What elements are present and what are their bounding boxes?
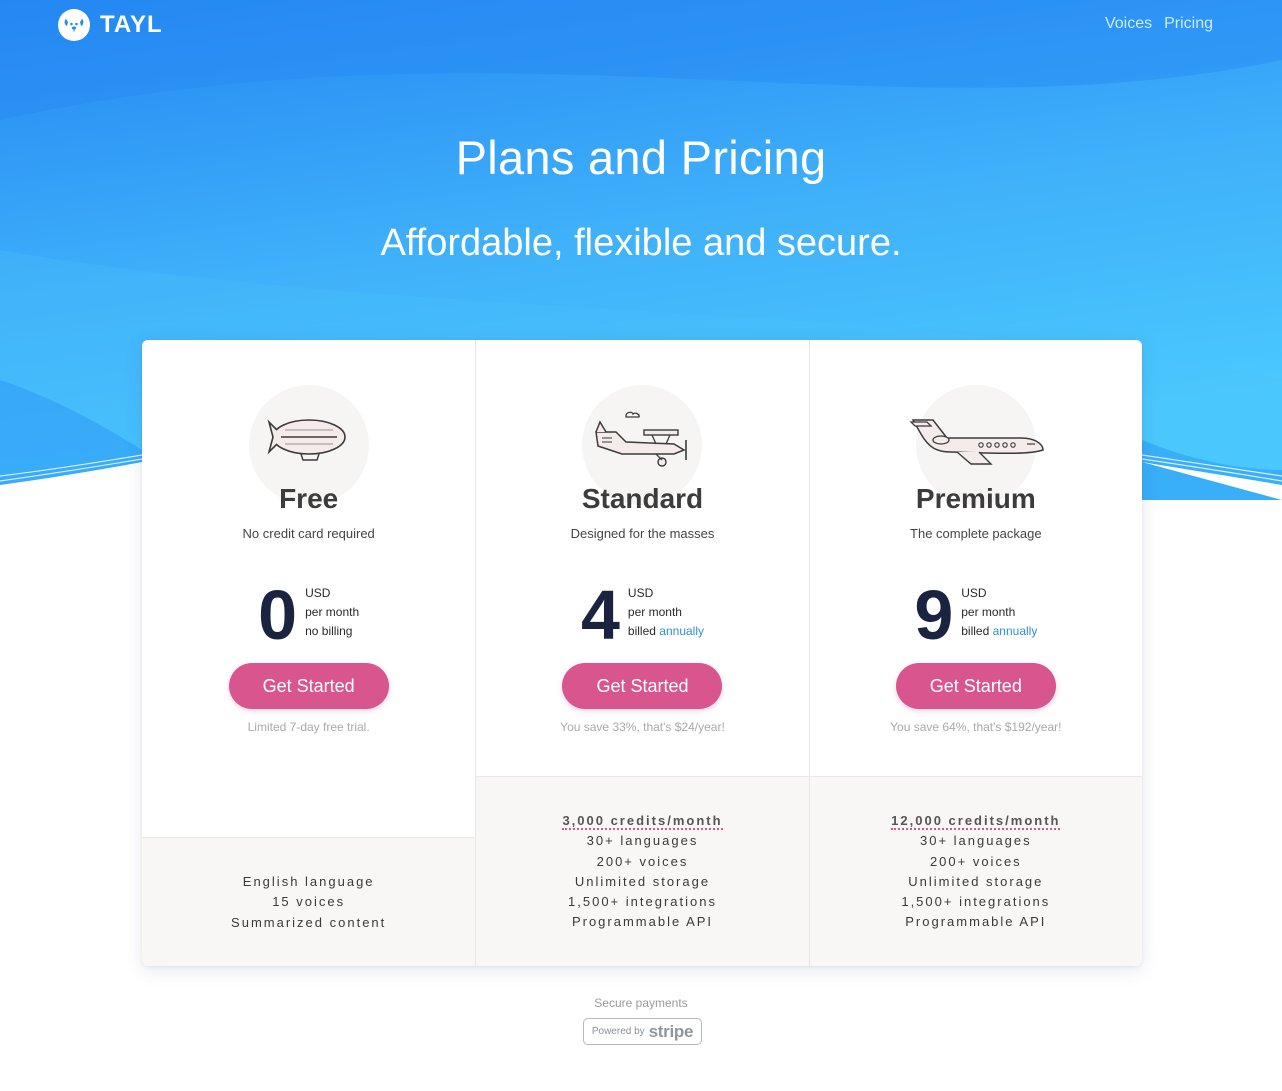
credits-row: 3,000 credits/month (476, 811, 808, 831)
plan-card-premium: Premium The complete package 9 USD per m… (808, 340, 1142, 966)
logo-text: TAYL (100, 11, 163, 38)
plan-card-header: Premium The complete package 9 USD per m… (809, 340, 1142, 776)
logo[interactable]: TAYL (58, 9, 163, 41)
price-details: USD per month billed annually (628, 584, 704, 641)
stripe-logo: stripe (648, 1021, 694, 1041)
feature-item: Summarized content (231, 914, 387, 930)
price-currency: USD (305, 586, 331, 600)
powered-by-stripe-badge[interactable]: Powered by stripe (583, 1018, 702, 1045)
feature-item: 15 voices (272, 894, 346, 910)
price-details: USD per month billed annually (961, 584, 1037, 641)
price-period: per month (961, 605, 1016, 619)
price-block: 0 USD per month no billing (142, 576, 475, 654)
feature-list: 12,000 credits/month 30+ languages 200+ … (810, 811, 1142, 933)
dog-logo-icon (58, 9, 90, 41)
price-billing: billed annually (628, 622, 704, 641)
page-subtitle: Affordable, flexible and secure. (380, 222, 902, 264)
page-title: Plans and Pricing (455, 131, 827, 184)
top-nav: TAYL Voices Pricing (0, 0, 1282, 50)
plan-note: You save 64%, that's $192/year! (890, 720, 1062, 734)
plan-note: You save 33%, that's $24/year! (560, 720, 725, 734)
secure-payments-label: Secure payments (594, 996, 688, 1010)
feature-list: 3,000 credits/month 30+ languages 200+ v… (476, 811, 808, 933)
feature-item: Unlimited storage (908, 873, 1044, 889)
billing-annually-link[interactable]: annually (993, 624, 1038, 638)
feature-item: English language (242, 874, 375, 889)
plan-features: 3,000 credits/month 30+ languages 200+ v… (476, 776, 809, 966)
plan-name: Premium (915, 483, 1036, 514)
plan-card-header: Free No credit card required 0 USD per m… (142, 340, 476, 837)
plan-card-standard: Standard Designed for the masses 4 USD p… (475, 340, 809, 966)
feature-item: 30+ languages (919, 833, 1032, 849)
plan-features: 12,000 credits/month 30+ languages 200+ … (809, 776, 1142, 966)
price-currency: USD (627, 586, 654, 600)
price-billing: billed annually (961, 622, 1037, 641)
plan-description: Designed for the masses (570, 526, 715, 541)
powered-by-text: Powered by (591, 1026, 645, 1037)
plan-card-free: Free No credit card required 0 USD per m… (142, 340, 476, 966)
billing-text: billed (627, 624, 656, 638)
get-started-button-standard[interactable]: Get Started (562, 663, 723, 709)
price-period: per month (627, 605, 682, 619)
plan-card-header: Standard Designed for the masses 4 USD p… (476, 340, 809, 776)
get-started-button-free[interactable]: Get Started (228, 663, 389, 709)
price-currency: USD (961, 586, 987, 600)
plan-features: English language 15 voices Summarized co… (142, 837, 476, 966)
feature-item: 200+ voices (929, 853, 1022, 869)
credits-amount: 12,000 credits/month (891, 813, 1061, 830)
nav-links: Voices Pricing (1105, 15, 1213, 33)
feature-item: 200+ voices (596, 853, 689, 869)
price-block: 4 USD per month billed annually (476, 576, 808, 654)
plan-name: Standard (581, 483, 704, 514)
billing-text: no billing (305, 624, 353, 638)
feature-item: 30+ languages (586, 833, 699, 849)
nav-link-voices[interactable]: Voices (1105, 15, 1152, 33)
get-started-button-premium[interactable]: Get Started (895, 663, 1056, 709)
feature-item: Programmable API (571, 914, 714, 930)
plan-note: Limited 7-day free trial. (247, 720, 370, 734)
feature-item: 1,500+ integrations (901, 894, 1051, 910)
price-billing: no billing (305, 622, 359, 641)
price-amount: 9 (914, 576, 954, 654)
billing-text: billed (961, 624, 990, 638)
feature-item: Unlimited storage (574, 873, 711, 889)
pricing-cards: Free No credit card required 0 USD per m… (142, 340, 1142, 966)
feature-list: English language 15 voices Summarized co… (142, 872, 475, 933)
plan-description: The complete package (910, 526, 1042, 541)
price-details: USD per month no billing (305, 584, 359, 641)
price-block: 9 USD per month billed annually (810, 576, 1142, 654)
feature-item: 1,500+ integrations (568, 894, 717, 910)
price-period: per month (305, 605, 360, 619)
nav-link-pricing[interactable]: Pricing (1164, 15, 1213, 33)
credits-amount: 3,000 credits/month (562, 813, 723, 830)
credits-row: 12,000 credits/month (810, 811, 1142, 831)
feature-item: Programmable API (905, 914, 1047, 930)
billing-annually-link[interactable]: annually (659, 624, 704, 638)
price-amount: 0 (258, 576, 298, 654)
plan-name: Free (279, 483, 339, 514)
plan-description: No credit card required (242, 526, 375, 541)
price-amount: 4 (580, 576, 620, 654)
